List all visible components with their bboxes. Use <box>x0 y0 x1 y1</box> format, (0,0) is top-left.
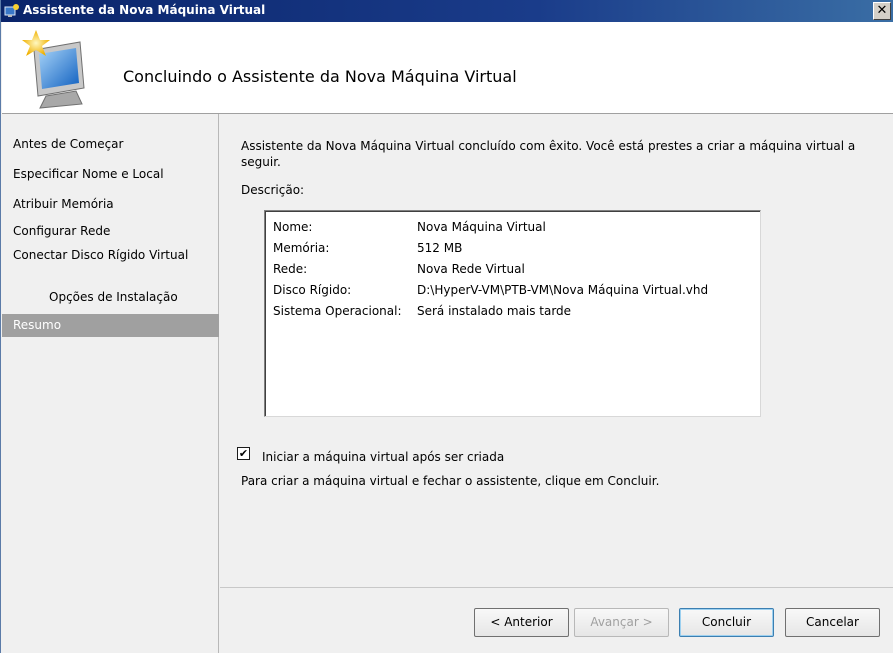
intro-text: Assistente da Nova Máquina Virtual concl… <box>241 139 856 169</box>
summary-value: 512 MB <box>417 241 463 255</box>
wizard-window: Assistente da Nova Máquina Virtual ✕ Con… <box>0 0 893 653</box>
nav-item-configurar-rede[interactable]: Configurar Rede <box>2 224 219 239</box>
button-bar: < Anterior Avançar > Concluir Cancelar <box>220 587 893 653</box>
wizard-header: Concluindo o Assistente da Nova Máquina … <box>2 22 893 114</box>
summary-value: D:\HyperV-VM\PTB-VM\Nova Máquina Virtual… <box>417 283 709 297</box>
nav-item-conectar-disco[interactable]: Conectar Disco Rígido Virtual <box>2 248 192 263</box>
summary-value: Será instalado mais tarde <box>417 304 572 318</box>
nav-item-atribuir-memoria[interactable]: Atribuir Memória <box>2 197 219 212</box>
nav-item-antes-de-comecar[interactable]: Antes de Começar <box>2 137 219 152</box>
summary-key: Nome: <box>273 220 313 234</box>
summary-value: Nova Máquina Virtual <box>417 220 546 234</box>
summary-key: Rede: <box>273 262 308 276</box>
summary-box[interactable]: Nome: Nova Máquina Virtual Memória: 512 … <box>264 210 761 417</box>
window-title: Assistente da Nova Máquina Virtual <box>23 3 266 17</box>
wizard-computer-icon <box>22 30 85 109</box>
description-label: Descrição: <box>241 183 305 197</box>
title-bar[interactable]: Assistente da Nova Máquina Virtual ✕ <box>1 0 893 22</box>
finish-button[interactable]: Concluir <box>679 608 774 637</box>
summary-key: Sistema Operacional: <box>273 304 402 318</box>
wizard-heading: Concluindo o Assistente da Nova Máquina … <box>123 67 517 86</box>
virtual-machine-icon <box>4 4 19 17</box>
cancel-button[interactable]: Cancelar <box>785 608 880 637</box>
previous-button[interactable]: < Anterior <box>474 608 569 637</box>
wizard-nav: Antes de Começar Especificar Nome e Loca… <box>2 114 219 653</box>
nav-item-especificar-nome[interactable]: Especificar Nome e Local <box>2 167 219 182</box>
nav-item-resumo[interactable]: Resumo <box>2 314 219 337</box>
close-button[interactable]: ✕ <box>873 2 891 20</box>
next-button[interactable]: Avançar > <box>574 608 669 637</box>
nav-item-opcoes-instalacao[interactable]: Opções de Instalação <box>2 290 219 305</box>
start-vm-checkbox-label[interactable]: Iniciar a máquina virtual após ser criad… <box>262 450 504 464</box>
summary-key: Disco Rígido: <box>273 283 352 297</box>
start-vm-checkbox[interactable]: ✔ <box>237 447 250 460</box>
summary-value: Nova Rede Virtual <box>417 262 525 276</box>
summary-key: Memória: <box>273 241 330 255</box>
wizard-content: Assistente da Nova Máquina Virtual concl… <box>220 114 893 587</box>
finish-instructions: Para criar a máquina virtual e fechar o … <box>241 474 660 488</box>
